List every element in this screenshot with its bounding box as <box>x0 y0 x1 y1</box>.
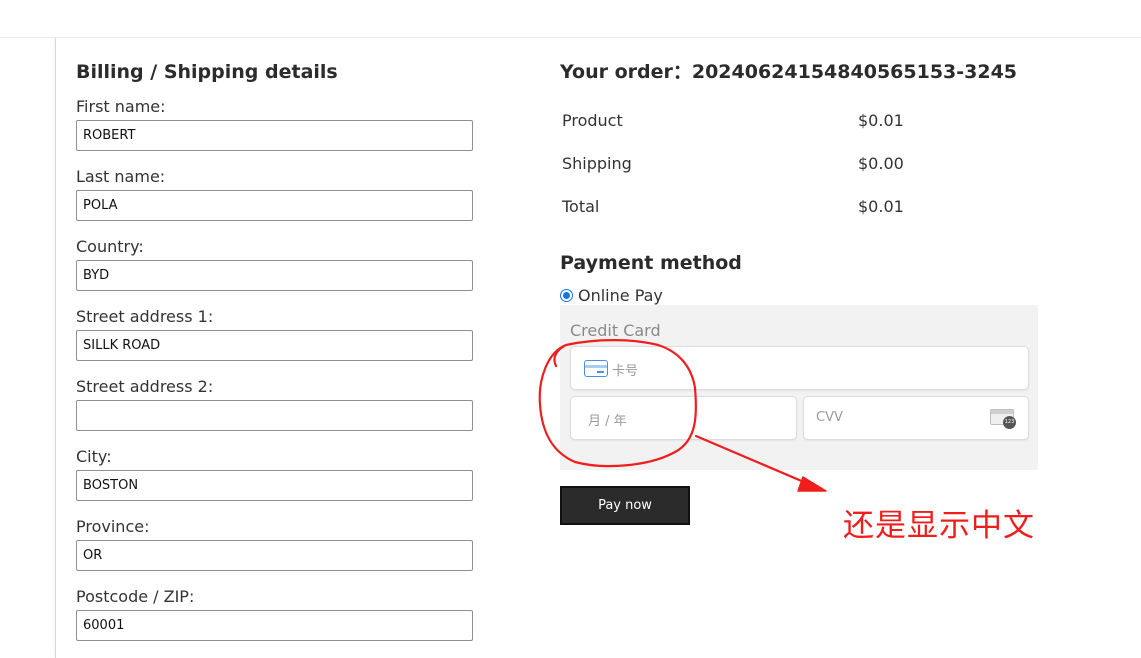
street-address-1-input[interactable] <box>76 330 473 361</box>
annotation-arrow-head <box>797 476 827 492</box>
postcode-input[interactable] <box>76 610 473 641</box>
last-name-input[interactable] <box>76 190 473 221</box>
street-address-1-field: Street address 1: <box>76 306 473 361</box>
credit-card-icon <box>584 360 608 377</box>
first-name-input[interactable] <box>76 120 473 151</box>
online-pay-label: Online Pay <box>578 285 663 305</box>
street-address-2-label: Street address 2: <box>76 377 214 396</box>
country-label: Country: <box>76 237 144 256</box>
billing-section: Billing / Shipping details First name: L… <box>76 58 476 641</box>
order-row-product: Product $0.01 <box>562 109 982 133</box>
city-field: City: <box>76 446 473 501</box>
payment-method-title: Payment method <box>560 252 742 274</box>
city-label: City: <box>76 447 112 466</box>
first-name-label: First name: <box>76 97 166 116</box>
cvv-badge-icon: 123 <box>1003 416 1016 429</box>
cvv-placeholder: CVV <box>816 410 843 425</box>
page-left-border <box>55 38 56 658</box>
order-row-value: $0.01 <box>858 111 904 130</box>
cvv-input[interactable]: CVV 123 <box>803 396 1029 440</box>
order-row-label: Product <box>562 111 623 130</box>
top-bar <box>0 0 1141 38</box>
credit-card-title: Credit Card <box>570 321 661 340</box>
country-input[interactable] <box>76 260 473 291</box>
annotation-text: 还是显示中文 <box>843 508 1035 544</box>
province-field: Province: <box>76 516 473 571</box>
pay-now-button[interactable]: Pay now <box>560 486 690 525</box>
order-row-label: Total <box>562 197 600 216</box>
postcode-label: Postcode / ZIP: <box>76 587 195 606</box>
order-row-value: $0.01 <box>858 197 904 216</box>
order-row-value: $0.00 <box>858 154 904 173</box>
online-pay-radio[interactable] <box>560 288 573 302</box>
postcode-field: Postcode / ZIP: <box>76 586 473 641</box>
order-title: Your order：20240624154840565153-3245 <box>560 61 1018 83</box>
credit-card-panel: Credit Card 卡号 月 / 年 CVV 123 <box>560 305 1038 470</box>
billing-title: Billing / Shipping details <box>76 61 338 83</box>
order-row-total: Total $0.01 <box>562 195 982 219</box>
street-address-1-label: Street address 1: <box>76 307 214 326</box>
last-name-field: Last name: <box>76 166 473 221</box>
street-address-2-input[interactable] <box>76 400 473 431</box>
card-number-placeholder: 卡号 <box>612 364 639 379</box>
street-address-2-field: Street address 2: <box>76 376 473 431</box>
expiry-input[interactable]: 月 / 年 <box>570 396 797 440</box>
country-field: Country: <box>76 236 473 291</box>
online-pay-option[interactable]: Online Pay <box>560 284 663 306</box>
card-number-input[interactable]: 卡号 <box>570 346 1029 390</box>
last-name-label: Last name: <box>76 167 166 186</box>
first-name-field: First name: <box>76 96 473 151</box>
order-row-label: Shipping <box>562 154 632 173</box>
expiry-placeholder: 月 / 年 <box>588 414 627 429</box>
order-section: Your order：20240624154840565153-3245 Pro… <box>560 58 1040 525</box>
city-input[interactable] <box>76 470 473 501</box>
province-input[interactable] <box>76 540 473 571</box>
province-label: Province: <box>76 517 150 536</box>
order-row-shipping: Shipping $0.00 <box>562 152 982 176</box>
